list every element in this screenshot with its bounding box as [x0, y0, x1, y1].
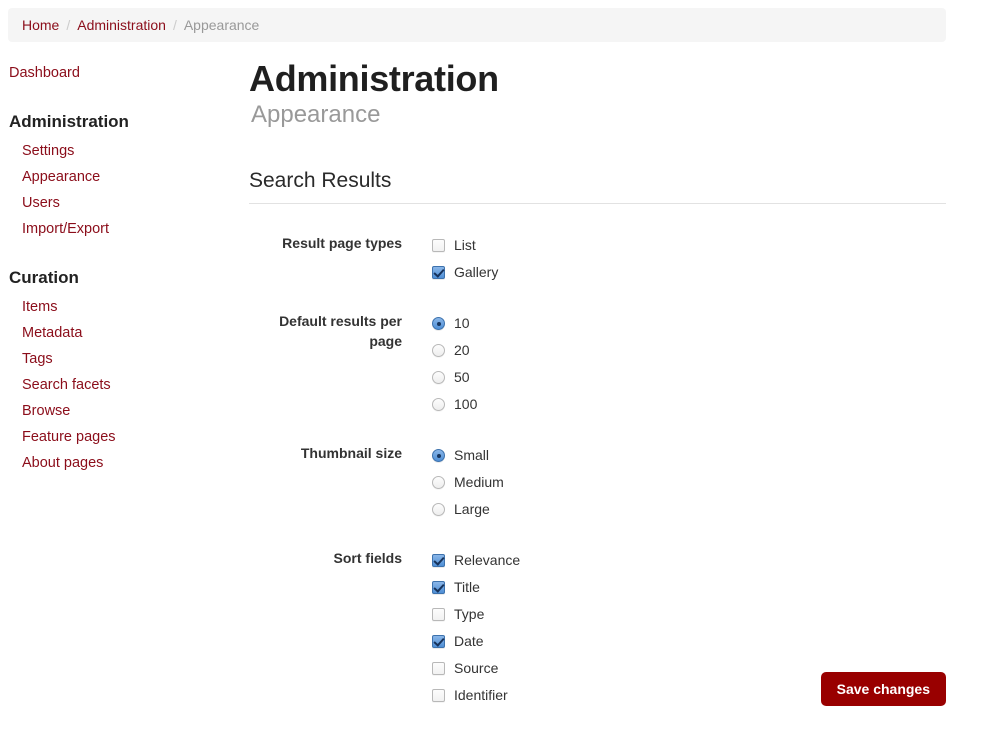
form-label-sort-fields: Sort fields — [333, 550, 402, 566]
breadcrumb-item-appearance: Appearance — [183, 17, 260, 33]
radio-option-small[interactable]: Small — [432, 442, 946, 469]
checkbox-label-title: Title — [454, 579, 480, 595]
radio-label-large: Large — [454, 501, 490, 517]
checkbox-label-date: Date — [454, 633, 484, 649]
section-title: Search Results — [249, 169, 392, 192]
form-row-default-results-per-page: Default results per page 10 20 50 100 — [249, 310, 946, 418]
radio-label-10: 10 — [454, 315, 470, 331]
sidebar-groups: Administration Settings Appearance Users Imp… — [0, 111, 230, 476]
form-control-group: 10 20 50 100 — [432, 310, 946, 418]
section-divider — [249, 203, 946, 204]
sidebar: Dashboard Administration Settings Appearan… — [0, 60, 230, 476]
checkbox-label-type: Type — [454, 606, 485, 622]
radio-small-checked-icon[interactable] — [432, 449, 445, 462]
form-label-thumbnail-size: Thumbnail size — [300, 445, 402, 461]
form-label-result-page-types: Result page types — [282, 235, 402, 251]
radio-label-100: 100 — [454, 396, 478, 412]
main-content: Administration Appearance Search Results… — [249, 58, 946, 733]
radio-option-medium[interactable]: Medium — [432, 469, 946, 496]
form-actions: Save changes — [249, 672, 946, 706]
form-control-group: Small Medium Large — [432, 442, 946, 523]
sidebar-item-items[interactable]: Items — [22, 294, 230, 320]
radio-option-large[interactable]: Large — [432, 496, 946, 523]
sidebar-item-browse[interactable]: Browse — [22, 398, 230, 424]
checkbox-date-checked-icon[interactable] — [432, 635, 445, 648]
sidebar-item-appearance[interactable]: Appearance — [22, 164, 230, 190]
sidebar-item-import-export[interactable]: Import/Export — [22, 216, 230, 242]
checkbox-option-date[interactable]: Date — [432, 628, 946, 655]
checkbox-label-relevance: Relevance — [454, 552, 521, 568]
radio-option-50[interactable]: 50 — [432, 364, 946, 391]
radio-100-unchecked-icon[interactable] — [432, 398, 445, 411]
radio-option-10[interactable]: 10 — [432, 310, 946, 337]
breadcrumb-separator: / — [172, 17, 177, 33]
sidebar-item-feature-pages[interactable]: Feature pages — [22, 424, 230, 450]
form-row-result-page-types: Result page types List Gallery — [249, 232, 946, 286]
checkbox-gallery-checked-icon[interactable] — [432, 266, 445, 279]
radio-20-unchecked-icon[interactable] — [432, 344, 445, 357]
checkbox-title-checked-icon[interactable] — [432, 581, 445, 594]
radio-label-small: Small — [454, 447, 490, 463]
sidebar-item-users[interactable]: Users — [22, 190, 230, 216]
sidebar-item-about-pages[interactable]: About pages — [22, 450, 230, 476]
checkbox-type-unchecked-icon[interactable] — [432, 608, 445, 621]
breadcrumb-item-home[interactable]: Home — [22, 17, 59, 33]
form-row-thumbnail-size: Thumbnail size Small Medium Large — [249, 442, 946, 523]
checkbox-option-list[interactable]: List — [432, 232, 946, 259]
radio-option-100[interactable]: 100 — [432, 391, 946, 418]
breadcrumb-item-administration[interactable]: Administration — [77, 17, 166, 33]
checkbox-option-gallery[interactable]: Gallery — [432, 259, 946, 286]
form-label-default-results-per-page: Default results per page — [279, 313, 402, 349]
sidebar-item-metadata[interactable]: Metadata — [22, 320, 230, 346]
radio-10-checked-icon[interactable] — [432, 317, 445, 330]
radio-option-20[interactable]: 20 — [432, 337, 946, 364]
checkbox-option-relevance[interactable]: Relevance — [432, 547, 946, 574]
radio-medium-unchecked-icon[interactable] — [432, 476, 445, 489]
sidebar-heading-administration: Administration — [9, 112, 129, 131]
page-subtitle: Appearance — [251, 101, 381, 128]
sidebar-item-tags[interactable]: Tags — [22, 346, 230, 372]
checkbox-label-gallery: Gallery — [454, 264, 499, 280]
sidebar-item-search-facets[interactable]: Search facets — [22, 372, 230, 398]
settings-form: Result page types List Gallery Default resu… — [249, 232, 946, 709]
checkbox-list-unchecked-icon[interactable] — [432, 239, 445, 252]
radio-label-medium: Medium — [454, 474, 504, 490]
radio-label-20: 20 — [454, 342, 470, 358]
checkbox-label-list: List — [454, 237, 476, 253]
sidebar-item-settings[interactable]: Settings — [22, 138, 230, 164]
checkbox-relevance-checked-icon[interactable] — [432, 554, 445, 567]
sidebar-heading-curation: Curation — [9, 268, 79, 287]
page-title: Administration — [249, 58, 499, 99]
radio-large-unchecked-icon[interactable] — [432, 503, 445, 516]
save-changes-button[interactable]: Save changes — [820, 672, 946, 706]
checkbox-option-title[interactable]: Title — [432, 574, 946, 601]
breadcrumb: Home / Administration / Appearance — [8, 8, 946, 42]
radio-label-50: 50 — [454, 369, 470, 385]
radio-50-unchecked-icon[interactable] — [432, 371, 445, 384]
checkbox-option-type[interactable]: Type — [432, 601, 946, 628]
form-control-group: List Gallery — [432, 232, 946, 286]
sidebar-item-dashboard[interactable]: Dashboard — [9, 60, 230, 86]
breadcrumb-separator: / — [66, 17, 71, 33]
